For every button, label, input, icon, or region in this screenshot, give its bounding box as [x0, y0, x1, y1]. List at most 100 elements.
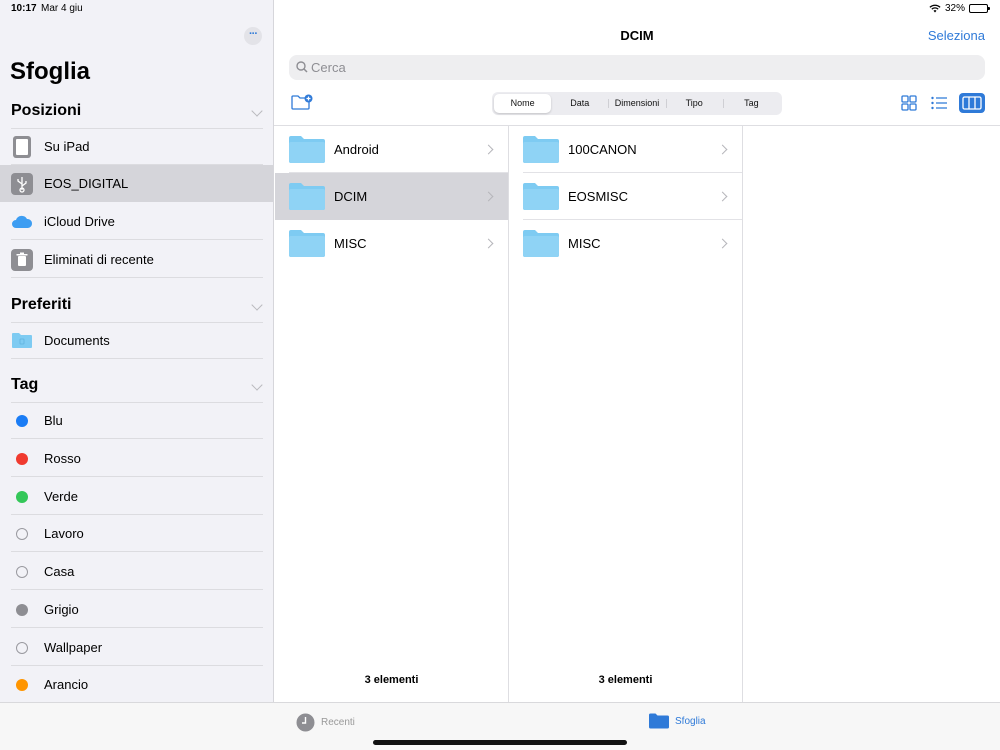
grid-icon: [901, 95, 917, 111]
sidebar-item-label: Grigio: [44, 602, 79, 617]
folder-icon: [523, 230, 559, 257]
sidebar-item-label: Rosso: [44, 451, 81, 466]
sort-by-date[interactable]: Data: [551, 94, 608, 113]
search-bar[interactable]: [289, 55, 985, 80]
sidebar-item-label: Arancio: [44, 677, 89, 692]
item-count: 3 elementi: [364, 674, 419, 686]
section-favorites-header[interactable]: Preferiti: [11, 296, 263, 322]
folder-icon: [649, 713, 669, 729]
sidebar-item-tag-rosso[interactable]: Rosso: [0, 440, 273, 477]
tab-label: Sfoglia: [675, 715, 706, 727]
sidebar-item-tag-blu[interactable]: Blu: [0, 402, 273, 439]
sidebar-item-eos-digital[interactable]: EOS_DIGITAL: [0, 165, 273, 202]
chevron-right-icon: [717, 191, 728, 202]
folder-icon: [289, 230, 325, 257]
section-title: Tag: [11, 376, 39, 393]
sort-by-name[interactable]: Nome: [494, 94, 552, 113]
sidebar-item-label: Eliminati di recente: [44, 252, 154, 267]
folder-icon: [289, 183, 325, 210]
folder-icon: [523, 136, 559, 163]
tag-empty-dot: [16, 641, 28, 654]
list-icon: [930, 96, 947, 110]
item-count: 3 elementi: [598, 674, 653, 686]
new-folder-icon: [291, 94, 313, 110]
folder-row-misc[interactable]: MISC: [509, 220, 742, 267]
sidebar-item-label: Documents: [44, 333, 110, 348]
clock-icon: [296, 713, 315, 732]
column-view-button[interactable]: [959, 93, 985, 113]
sidebar-item-label: Blu: [44, 413, 63, 428]
folder-name: MISC: [334, 236, 367, 251]
section-title: Preferiti: [11, 296, 72, 313]
folder-row-100canon[interactable]: 100CANON: [509, 126, 742, 173]
ipad-icon: [11, 135, 33, 158]
trash-icon: [11, 248, 33, 271]
new-folder-button[interactable]: [291, 94, 313, 116]
sidebar-item-tag-grigio[interactable]: Grigio: [0, 591, 273, 628]
status-indicators: 32%: [929, 3, 990, 14]
tag-empty-dot: [16, 565, 28, 578]
folder-row-dcim[interactable]: DCIM: [275, 173, 508, 220]
folder-name: DCIM: [334, 189, 368, 204]
sidebar-item-tag-wallpaper[interactable]: Wallpaper: [0, 629, 273, 666]
sidebar-item-label: Wallpaper: [44, 640, 103, 655]
sort-by-tag[interactable]: Tag: [722, 94, 780, 113]
tag-empty-dot: [16, 527, 28, 540]
folder-name: MISC: [568, 236, 601, 251]
more-options-button[interactable]: ···: [244, 27, 262, 45]
section-tags-header[interactable]: Tag: [11, 376, 263, 402]
tag-color-dot: [16, 414, 28, 427]
chevron-down-icon: [251, 379, 263, 391]
sidebar-item-tag-lavoro[interactable]: Lavoro: [0, 515, 273, 552]
sidebar-item-tag-casa[interactable]: Casa: [0, 553, 273, 590]
sort-segmented-control: Nome Data Dimensioni Tipo Tag: [492, 92, 782, 115]
chevron-down-icon: [251, 105, 263, 117]
sidebar-item-su-ipad[interactable]: Su iPad: [0, 128, 273, 165]
battery-percentage: 32%: [944, 3, 965, 14]
home-indicator: [373, 740, 627, 745]
icon-view-button[interactable]: [899, 93, 919, 113]
tab-label: Recenti: [321, 717, 355, 728]
chevron-right-icon: [483, 144, 494, 155]
sidebar-item-documents[interactable]: Documents: [0, 322, 273, 359]
tab-recenti[interactable]: Recenti: [296, 713, 355, 732]
section-title: Posizioni: [11, 102, 82, 119]
sidebar: ··· Sfoglia Posizioni Su iPad EOS_DIGITA…: [0, 0, 274, 702]
browser-column-2: 100CANON EOSMISC MISC 3 elementi: [509, 126, 743, 702]
folder-row-eosmisc[interactable]: EOSMISC: [509, 173, 742, 220]
sidebar-item-label: Casa: [44, 564, 75, 579]
tag-color-dot: [16, 452, 28, 465]
sort-by-size[interactable]: Dimensioni: [608, 94, 665, 113]
sidebar-item-recently-deleted[interactable]: Eliminati di recente: [0, 241, 273, 278]
status-bar: 10:17 Mar 4 giu 32%: [0, 0, 1000, 18]
tag-color-dot: [16, 603, 28, 616]
sidebar-item-tag-verde[interactable]: Verde: [0, 478, 273, 515]
section-locations-header[interactable]: Posizioni: [11, 102, 263, 128]
page-title: DCIM: [620, 28, 654, 43]
sidebar-item-label: Su iPad: [44, 139, 90, 154]
sidebar-item-label: EOS_DIGITAL: [44, 176, 129, 191]
status-time: 10:17: [11, 3, 37, 14]
chevron-right-icon: [483, 191, 494, 202]
sidebar-item-label: Verde: [44, 489, 78, 504]
select-button[interactable]: Seleziona: [928, 28, 985, 43]
wifi-icon: [929, 4, 941, 13]
folder-icon: [289, 136, 325, 163]
columns-icon: [962, 96, 982, 110]
folder-row-android[interactable]: Android: [275, 126, 508, 173]
folder-row-misc[interactable]: MISC: [275, 220, 508, 267]
icloud-icon: [11, 211, 33, 233]
folder-icon: [11, 330, 33, 352]
sort-by-type[interactable]: Tipo: [665, 94, 723, 113]
sidebar-item-tag-arancio[interactable]: Arancio: [0, 666, 273, 702]
sidebar-title: Sfoglia: [10, 58, 91, 85]
folder-icon: [523, 183, 559, 210]
sidebar-item-label: iCloud Drive: [44, 214, 115, 229]
folder-name: Android: [334, 142, 379, 157]
sidebar-item-icloud-drive[interactable]: iCloud Drive: [0, 203, 273, 240]
search-input[interactable]: [311, 55, 971, 80]
tag-color-dot: [16, 678, 28, 691]
chevron-right-icon: [717, 238, 728, 249]
list-view-button[interactable]: [929, 93, 949, 113]
tab-sfoglia[interactable]: Sfoglia: [649, 713, 706, 729]
